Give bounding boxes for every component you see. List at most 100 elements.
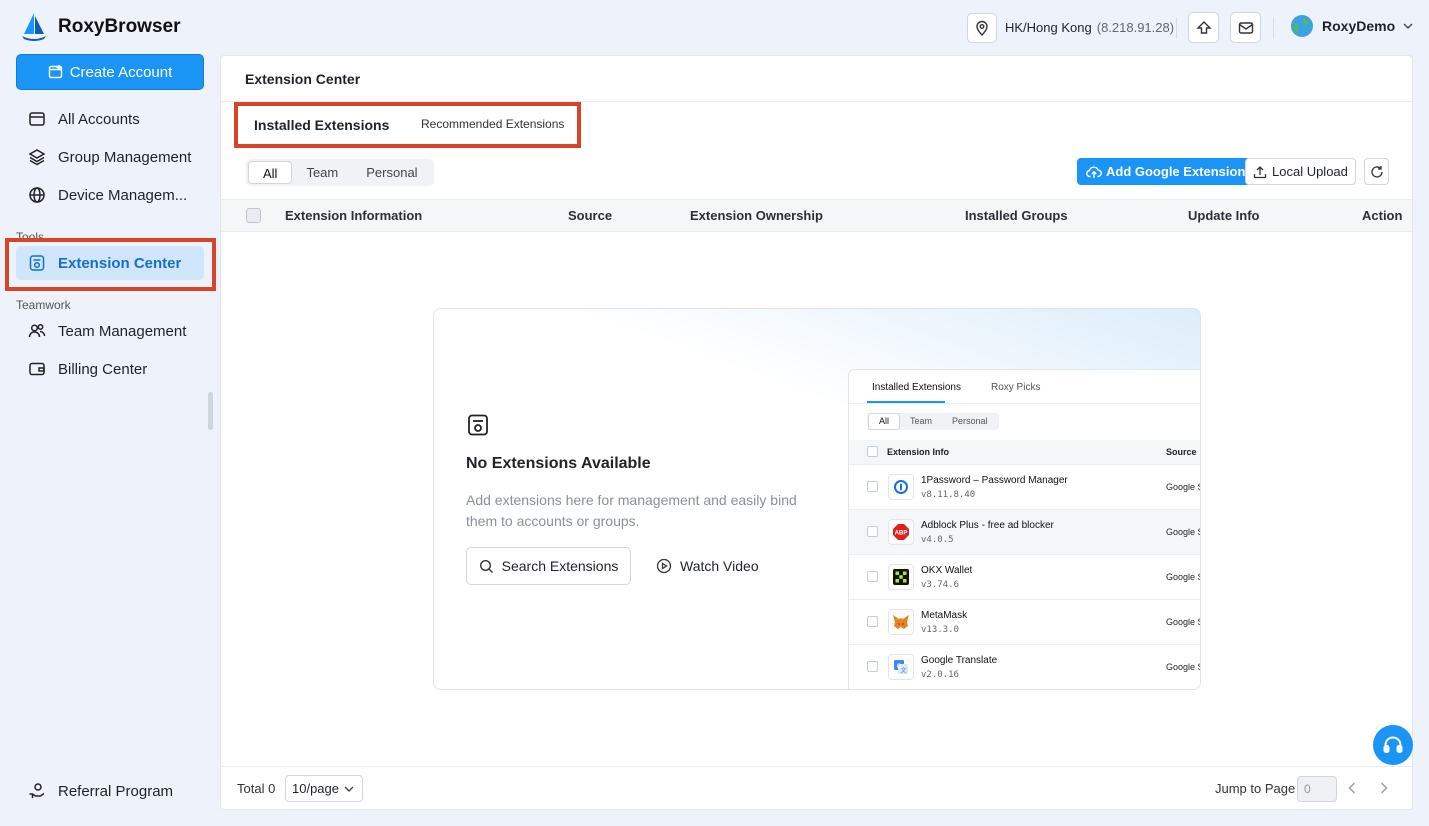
chevron-down-icon	[1403, 23, 1413, 29]
next-page-icon[interactable]	[1380, 782, 1388, 794]
sidebar-scrollbar[interactable]	[208, 392, 213, 430]
preview-divider	[849, 403, 1200, 404]
watch-video-button[interactable]: Watch Video	[656, 547, 759, 585]
section-label-teamwork: Teamwork	[16, 298, 71, 312]
ownership-filter: All Team Personal	[246, 159, 434, 186]
1password-icon	[888, 474, 914, 500]
page-size-select[interactable]: 10/page	[285, 775, 363, 802]
preview-illustration: Installed Extensions Roxy Picks All Team…	[848, 369, 1201, 689]
gift-hand-icon	[29, 783, 45, 798]
sidebar-item-billing-center[interactable]: Billing Center	[16, 352, 204, 386]
filter-all[interactable]: All	[248, 161, 293, 184]
preview-checkbox	[867, 481, 878, 492]
header-divider	[1176, 17, 1177, 39]
add-google-extension-button[interactable]: Add Google Extension	[1077, 158, 1255, 185]
add-window-icon	[48, 65, 62, 79]
column-header: Installed Groups	[965, 208, 1068, 223]
table-header: Extension Information Source Extension O…	[221, 199, 1412, 232]
column-header: Update Info	[1188, 208, 1260, 223]
preview-ext-source: Google S	[1166, 572, 1201, 582]
preview-filter-personal: Personal	[952, 416, 988, 426]
user-menu[interactable]: RoxyDemo	[1290, 14, 1413, 38]
sidebar-item-device-management[interactable]: Device Managem...	[16, 178, 204, 212]
filter-team[interactable]: Team	[292, 161, 352, 184]
page-title: Extension Center	[245, 71, 361, 87]
extension-icon	[468, 414, 488, 436]
refresh-icon	[1370, 165, 1383, 178]
refresh-button[interactable]	[1364, 158, 1389, 185]
app-name: RoxyBrowser	[58, 16, 181, 37]
upload-update-button[interactable]	[1188, 12, 1219, 43]
location-pin-box	[967, 12, 997, 43]
layers-icon	[28, 149, 46, 166]
abp-icon: ABP	[888, 519, 914, 545]
page-size-value: 10/page	[292, 781, 339, 796]
window-icon	[29, 112, 45, 126]
preview-column-header: Source	[1166, 447, 1197, 457]
select-all-checkbox[interactable]	[246, 208, 261, 223]
main-panel: Extension Center Installed Extensions Re…	[220, 55, 1413, 810]
preview-ext-name: Adblock Plus - free ad blocker	[921, 520, 1054, 531]
empty-state-title: No Extensions Available	[466, 455, 651, 472]
add-google-extension-label: Add Google Extension	[1106, 164, 1246, 179]
preview-checkbox	[867, 446, 878, 457]
location-text: HK/Hong Kong	[1005, 20, 1092, 35]
globe-icon	[29, 187, 45, 203]
jump-to-page-input[interactable]: 0	[1297, 776, 1337, 802]
wallet-icon	[29, 362, 45, 376]
sidebar-item-label: Billing Center	[58, 360, 148, 378]
preview-ext-version: v2.0.16	[921, 670, 959, 680]
sidebar-item-label: Group Management	[58, 148, 192, 166]
ip-text: (8.218.91.28)	[1096, 20, 1175, 35]
okx-icon	[888, 564, 914, 590]
local-upload-button[interactable]: Local Upload	[1245, 158, 1356, 185]
preview-checkbox	[867, 526, 878, 537]
column-header: Extension Information	[285, 208, 423, 223]
watch-video-label: Watch Video	[680, 558, 759, 574]
tab-installed-extensions[interactable]: Installed Extensions	[254, 117, 389, 133]
footer-divider	[221, 766, 1412, 767]
sidebar-item-group-management[interactable]: Group Management	[16, 140, 204, 174]
sidebar-item-label: Team Management	[58, 322, 187, 340]
preview-ext-name: MetaMask	[921, 610, 968, 621]
jump-to-page-label: Jump to Page	[1215, 781, 1296, 796]
preview-tab-installed: Installed Extensions	[872, 382, 961, 393]
search-extensions-label: Search Extensions	[501, 558, 619, 574]
preview-filter: All Team Personal	[867, 413, 999, 430]
column-header: Extension Ownership	[690, 208, 823, 223]
roxy-sail-icon	[22, 13, 46, 41]
local-upload-label: Local Upload	[1272, 164, 1348, 179]
headset-icon	[1383, 736, 1403, 753]
preview-ext-version: v4.0.5	[921, 535, 954, 545]
user-name: RoxyDemo	[1322, 18, 1396, 34]
preview-filter-team: Team	[910, 416, 933, 426]
preview-ext-name: 1Password – Password Manager	[921, 475, 1068, 486]
preview-checkbox	[867, 616, 878, 627]
create-account-button[interactable]: Create Account	[16, 54, 204, 90]
avatar	[1291, 15, 1313, 37]
search-extensions-button[interactable]: Search Extensions	[466, 547, 631, 585]
support-chat-button[interactable]	[1373, 725, 1413, 765]
upload-arrow-icon	[1195, 20, 1212, 34]
metamask-icon	[888, 609, 914, 635]
sidebar-item-referral-program[interactable]: Referral Program	[16, 774, 204, 808]
empty-state-card: No Extensions Available Add extensions h…	[433, 308, 1201, 690]
sidebar-item-team-management[interactable]: Team Management	[16, 314, 204, 348]
messages-button[interactable]	[1230, 12, 1261, 43]
sidebar-item-extension-center[interactable]: Extension Center	[16, 246, 204, 280]
users-icon	[28, 324, 46, 338]
column-header: Source	[568, 208, 613, 223]
preview-table-header: Extension Info Source	[849, 440, 1200, 464]
preview-ext-source: Google S	[1166, 482, 1201, 492]
preview-ext-source: Google S	[1166, 527, 1201, 537]
preview-ext-version: v8.11.8.40	[921, 490, 976, 500]
svg-text:文: 文	[900, 667, 906, 675]
preview-row: G文 Google Translate v2.0.16 Google S	[849, 644, 1200, 689]
cloud-upload-icon	[1086, 166, 1102, 178]
tab-recommended-extensions[interactable]: Recommended Extensions	[421, 117, 564, 131]
sidebar-item-all-accounts[interactable]: All Accounts	[16, 102, 204, 136]
proxy-location[interactable]: HK/Hong Kong (8.218.91.28)	[967, 12, 1174, 43]
prev-page-icon[interactable]	[1348, 782, 1356, 794]
filter-personal[interactable]: Personal	[352, 161, 431, 184]
search-icon	[479, 559, 493, 573]
